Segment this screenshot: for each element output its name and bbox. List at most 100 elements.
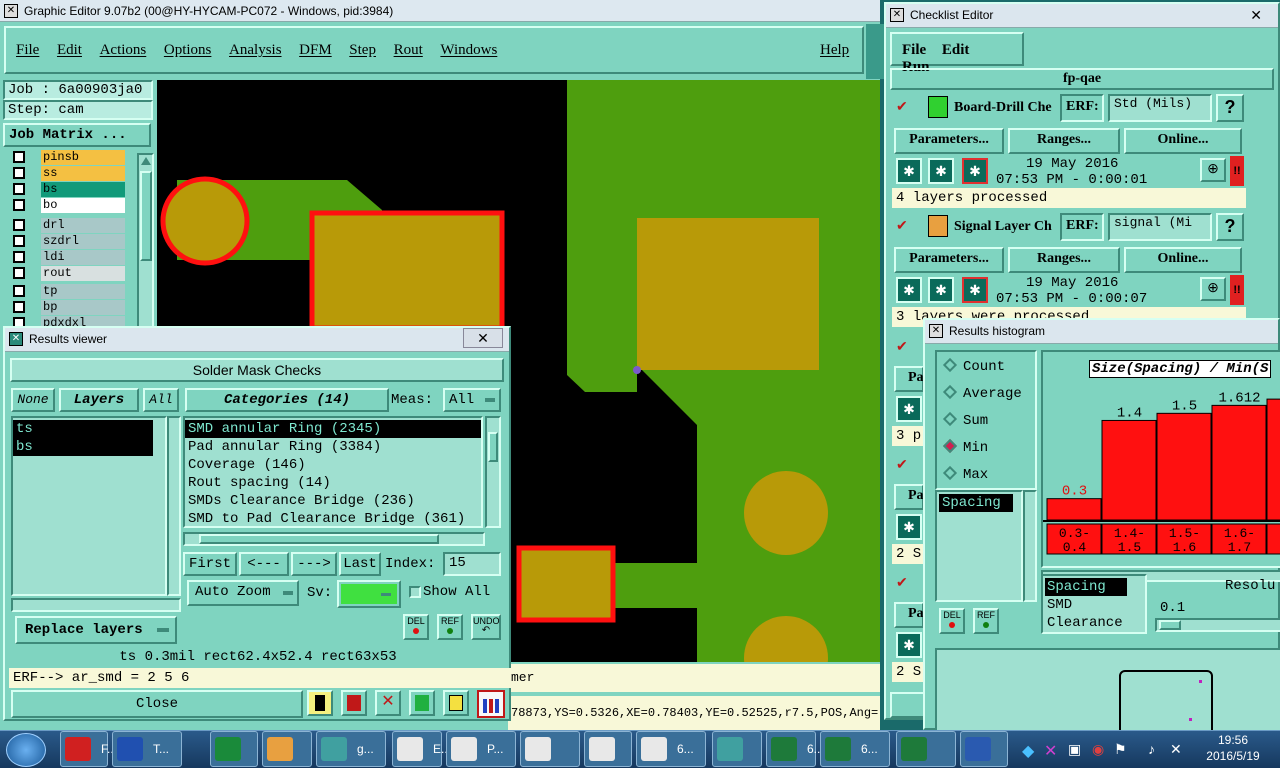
index-input[interactable]: 15 [443, 552, 501, 576]
layer-list-hscroll[interactable] [11, 598, 181, 612]
parameters-button[interactable]: Pa [894, 366, 924, 392]
scrollbar-thumb[interactable] [140, 171, 152, 261]
taskbar-item[interactable] [712, 731, 762, 767]
menu-step[interactable]: Step [349, 42, 376, 58]
category-item[interactable]: SMDs Clearance Bridge (236) [185, 492, 481, 510]
option-min[interactable]: Min [937, 437, 1035, 464]
taskbar-item[interactable] [262, 731, 312, 767]
layer-list-vscroll[interactable] [167, 416, 181, 596]
run-selected-icon[interactable]: ✱ [928, 158, 954, 184]
results-viewer-titlebar[interactable]: ✕ Results viewer ✕ [5, 328, 509, 352]
layer-row[interactable]: pinsb [13, 150, 125, 165]
checklist-menu-file[interactable]: File [902, 42, 926, 58]
menu-analysis[interactable]: Analysis [229, 42, 282, 58]
item-erf-value[interactable]: signal (Mi [1108, 213, 1212, 241]
checklist-titlebar[interactable]: ✕ Checklist Editor ✕ [886, 4, 1278, 28]
menu-actions[interactable]: Actions [100, 42, 147, 58]
histogram-del-button[interactable]: DEL [939, 608, 965, 634]
alert-icon[interactable]: !! [1230, 275, 1244, 305]
layer-row[interactable]: bp [13, 300, 125, 315]
run-selected-icon[interactable]: ✱ [928, 277, 954, 303]
undo-button[interactable]: UNDO ↶ [471, 614, 501, 640]
category-item-selected[interactable]: SMD annular Ring (2345) [185, 420, 481, 438]
taskbar-item[interactable]: 6... [820, 731, 890, 767]
layer-checkbox[interactable] [13, 301, 25, 313]
category-item[interactable]: SMD to Pad Clearance Bridge (361) [185, 510, 481, 526]
tool-icon-5[interactable] [443, 690, 469, 716]
help-button[interactable]: ? [1216, 213, 1244, 241]
layer-row[interactable]: ldi [13, 250, 125, 265]
histogram-tool-icon[interactable] [477, 690, 505, 718]
show-all-checkbox[interactable] [409, 586, 421, 598]
layer-checkbox[interactable] [13, 235, 25, 247]
layer-list-item[interactable]: bs [13, 438, 153, 456]
close-icon[interactable]: ✕ [463, 328, 503, 348]
histogram-titlebar[interactable]: ✕ Results histogram [925, 320, 1278, 344]
display-icon[interactable]: ▣ [1068, 741, 1081, 758]
option-max[interactable]: Max [937, 464, 1035, 491]
run-icon[interactable]: ✱ [896, 514, 922, 540]
last-button[interactable]: Last [339, 552, 381, 576]
layer-checkbox[interactable] [13, 167, 25, 179]
layer-checkbox[interactable] [13, 251, 25, 263]
category-item[interactable]: Rout spacing (14) [185, 474, 481, 492]
run-red-icon[interactable]: ✱ [962, 277, 988, 303]
item-check-icon[interactable]: ✔ [896, 456, 908, 473]
job-matrix-button[interactable]: Job Matrix ... [3, 123, 151, 147]
resolution-slider[interactable] [1155, 618, 1280, 632]
tray-app-icon[interactable]: ✕ [1044, 741, 1057, 761]
tool-icon-3[interactable]: ✕ [375, 690, 401, 716]
histogram-bar[interactable] [1211, 404, 1267, 521]
measure-list[interactable]: Spacing [935, 490, 1023, 602]
next-button[interactable]: ---> [291, 552, 337, 576]
histogram-bar[interactable] [1266, 398, 1280, 521]
bottom-measure-list[interactable]: Spacing SMD Clearance [1041, 574, 1147, 634]
histogram-ref-button[interactable]: REF [973, 608, 999, 634]
layers-none-button[interactable]: None [11, 388, 55, 412]
taskbar-item[interactable]: P... [446, 731, 516, 767]
flag-icon[interactable]: ⚑ [1114, 741, 1127, 758]
taskbar-item[interactable] [210, 731, 258, 767]
menu-options[interactable]: Options [164, 42, 212, 58]
layer-row[interactable]: szdrl [13, 234, 125, 249]
meas-dropdown[interactable]: All [443, 388, 501, 412]
layer-checkbox[interactable] [13, 219, 25, 231]
category-list[interactable]: SMD annular Ring (2345) Pad annular Ring… [183, 416, 483, 528]
taskbar-item[interactable]: E... [392, 731, 451, 767]
menu-dfm[interactable]: DFM [299, 42, 332, 58]
auto-zoom-dropdown[interactable]: Auto Zoom [187, 580, 299, 606]
parameters-button[interactable]: Parameters... [894, 128, 1004, 154]
measure-list-scroll[interactable] [1023, 490, 1037, 602]
help-button[interactable]: ? [1216, 94, 1244, 122]
ranges-button[interactable]: Ranges... [1008, 247, 1120, 273]
layer-list-item[interactable]: ts [13, 420, 153, 438]
security-icon[interactable]: ◉ [1092, 741, 1104, 758]
category-hscroll[interactable] [183, 532, 485, 546]
bottom-item[interactable]: Clearance [1045, 614, 1143, 632]
start-button-icon[interactable] [6, 733, 46, 767]
tool-icon-2[interactable] [341, 690, 367, 716]
close-icon[interactable]: ✕ [1250, 4, 1262, 26]
del-button[interactable]: DEL [403, 614, 429, 640]
layer-scrollbar[interactable] [137, 153, 154, 328]
network-icon[interactable]: ◆ [1022, 741, 1034, 761]
clock[interactable]: 19:56 2016/5/19 [1198, 732, 1268, 766]
layer-checkbox[interactable] [13, 285, 25, 297]
parameters-button[interactable]: Pa [894, 602, 924, 628]
layer-row[interactable]: tp [13, 284, 125, 299]
tool-icon-1[interactable] [307, 690, 333, 716]
measure-item-selected[interactable]: Spacing [939, 494, 1013, 512]
item-check-icon[interactable]: ✔ [896, 98, 908, 115]
layer-row[interactable]: bs [13, 182, 125, 197]
menu-rout[interactable]: Rout [394, 42, 423, 58]
taskbar-item[interactable] [960, 731, 1008, 767]
run-icon[interactable]: ✱ [896, 158, 922, 184]
item-check-icon[interactable]: ✔ [896, 574, 908, 591]
scrollbar-thumb[interactable] [488, 432, 498, 462]
ranges-button[interactable]: Ranges... [1008, 128, 1120, 154]
histogram-bar[interactable] [1156, 412, 1212, 521]
parameters-button[interactable]: Parameters... [894, 247, 1004, 273]
run-icon[interactable]: ✱ [896, 277, 922, 303]
menu-windows[interactable]: Windows [440, 42, 497, 58]
option-count[interactable]: Count [937, 356, 1035, 383]
